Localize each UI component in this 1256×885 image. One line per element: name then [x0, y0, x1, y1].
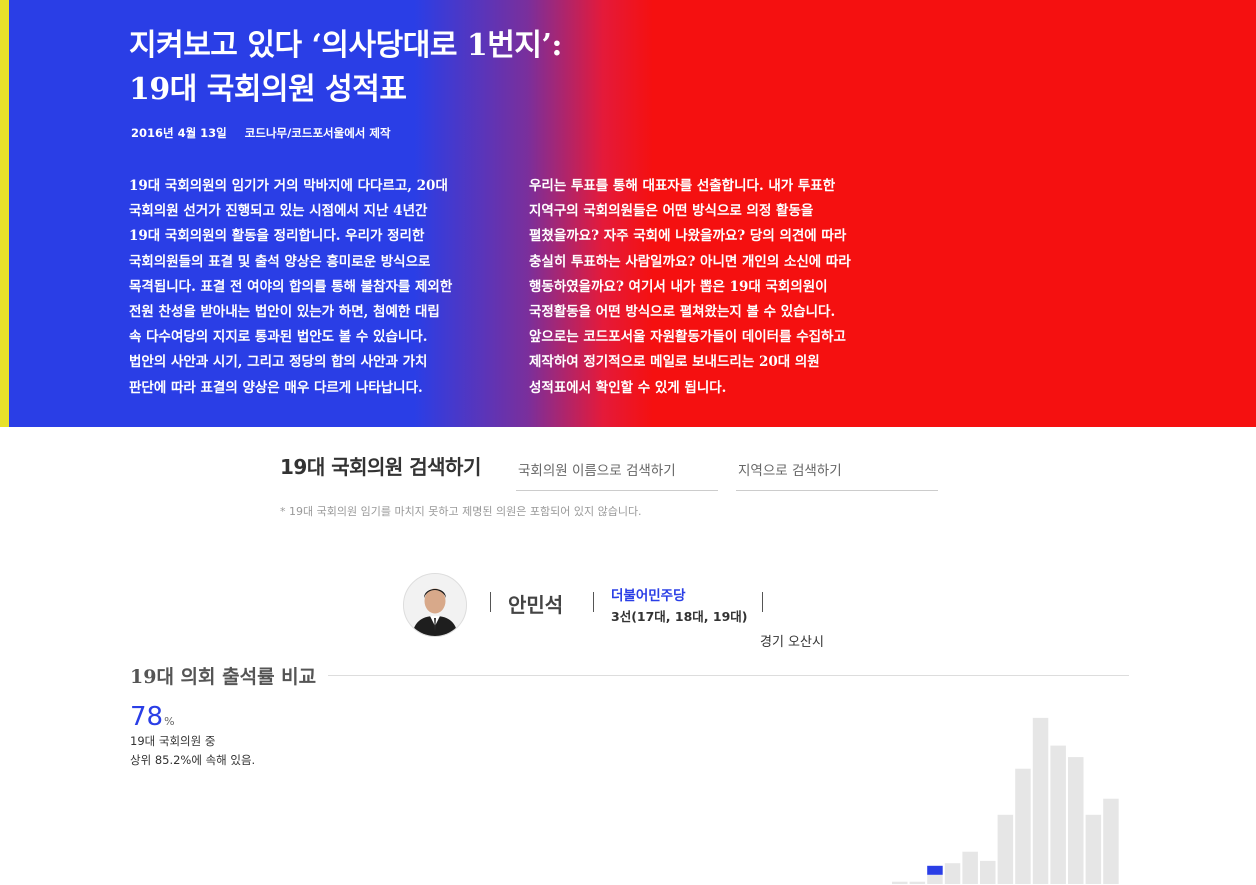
- histogram-bar: [909, 881, 926, 884]
- histogram-bar: [1068, 757, 1084, 884]
- histogram-bar: [962, 851, 978, 884]
- histogram-bar: [1103, 798, 1119, 884]
- histogram-bar: [1050, 745, 1066, 884]
- histogram-bar: [1085, 814, 1102, 884]
- histogram-bar: [1032, 717, 1049, 884]
- histogram-bar: [980, 860, 996, 884]
- histogram-bar: [1015, 768, 1031, 884]
- histogram-bar: [927, 874, 943, 884]
- histogram-bar: [944, 863, 961, 884]
- histogram-bar: [892, 881, 908, 884]
- histogram-highlight-marker: [927, 865, 943, 875]
- histogram-bar: [997, 814, 1014, 884]
- attendance-histogram: [892, 717, 1119, 884]
